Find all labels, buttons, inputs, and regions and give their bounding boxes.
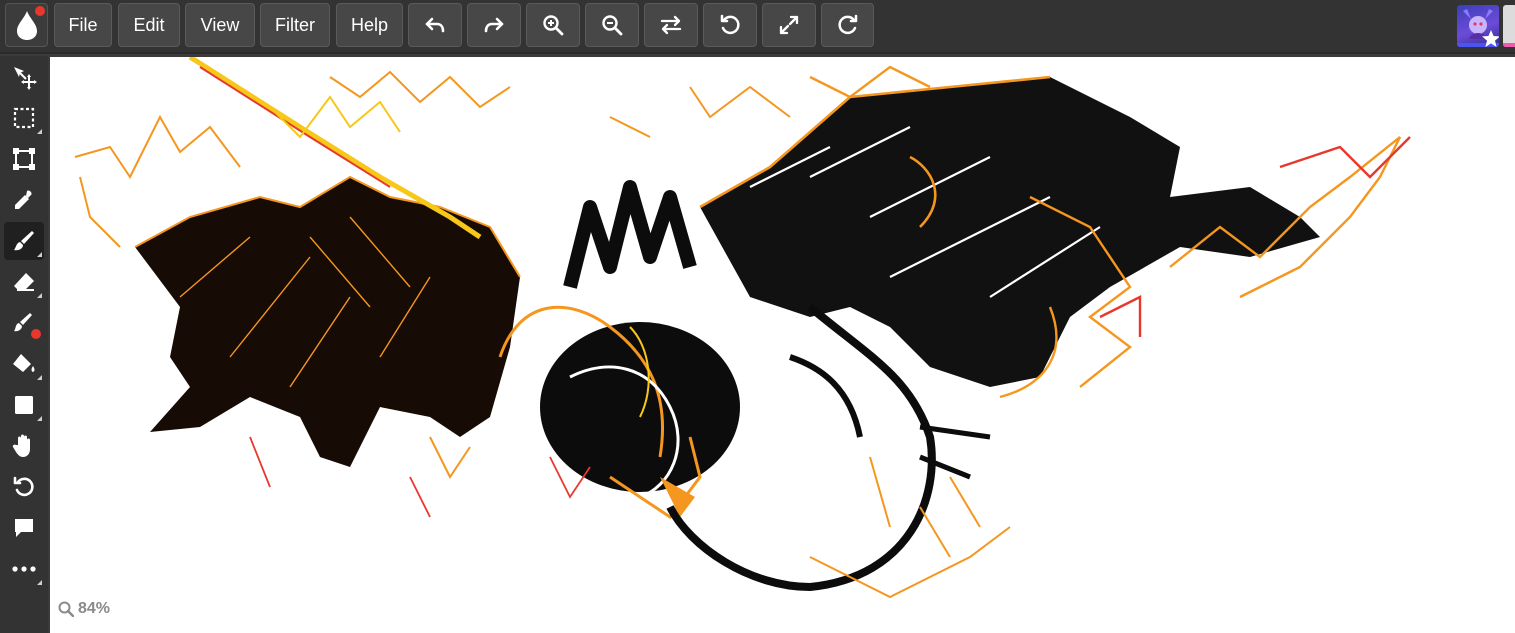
- help-menu-button[interactable]: Help: [336, 3, 403, 47]
- rectangle-icon: [15, 396, 33, 414]
- paint-bucket-icon: [13, 354, 35, 372]
- selection-icon: [13, 107, 35, 129]
- eraser-icon: [14, 273, 34, 291]
- rotate-left-button[interactable]: [703, 3, 757, 47]
- reset-icon: [837, 14, 857, 35]
- submenu-corner-icon: [37, 416, 42, 421]
- fill-tool[interactable]: [4, 345, 44, 383]
- comment-icon: [15, 519, 33, 537]
- brush-icon: [14, 231, 34, 251]
- eraser-tool[interactable]: [4, 263, 44, 301]
- zoom-in-button[interactable]: [526, 3, 580, 47]
- undo-icon: [425, 17, 445, 33]
- shape-tool[interactable]: [4, 386, 44, 424]
- view-menu-button[interactable]: View: [185, 3, 255, 47]
- rotate-canvas-icon: [13, 476, 34, 497]
- indicator-dot: [31, 329, 41, 339]
- app-logo[interactable]: [5, 3, 48, 47]
- zoom-level-label: 84%: [78, 600, 111, 617]
- submenu-corner-icon: [37, 129, 42, 134]
- transform-tool[interactable]: [4, 140, 44, 178]
- submenu-corner-icon: [37, 252, 42, 257]
- blend-tool[interactable]: [4, 304, 44, 342]
- edit-menu-button[interactable]: Edit: [118, 3, 180, 47]
- rotate-tool[interactable]: [4, 468, 44, 506]
- user-avatar[interactable]: [1457, 5, 1499, 47]
- comment-tool[interactable]: [4, 509, 44, 547]
- zoom-out-icon: [602, 15, 623, 36]
- reset-button[interactable]: [821, 3, 874, 47]
- select-tool[interactable]: [4, 99, 44, 137]
- star-icon: [1482, 30, 1499, 47]
- transform-icon: [13, 148, 35, 170]
- notification-dot: [35, 6, 45, 16]
- brush-tool[interactable]: [4, 222, 44, 260]
- more-dots-icon: [12, 566, 36, 572]
- artwork-dragon-sketch: [74, 57, 1411, 599]
- more-tools[interactable]: [4, 550, 44, 588]
- second-user-avatar[interactable]: [1503, 5, 1515, 47]
- hand-tool[interactable]: [4, 427, 44, 465]
- magnifier-icon: [58, 601, 74, 617]
- redo-icon: [484, 17, 504, 33]
- eyedropper-tool[interactable]: [4, 181, 44, 219]
- move-icon: [14, 67, 37, 90]
- submenu-corner-icon: [37, 580, 42, 585]
- undo-button[interactable]: [408, 3, 462, 47]
- eyedropper-icon: [15, 190, 32, 209]
- redo-button[interactable]: [467, 3, 521, 47]
- filter-menu-button[interactable]: Filter: [260, 3, 330, 47]
- hand-icon: [12, 434, 30, 457]
- flip-button[interactable]: [644, 3, 698, 47]
- zoom-indicator: 84%: [58, 600, 110, 618]
- fullscreen-button[interactable]: [762, 3, 816, 47]
- flip-icon: [660, 15, 682, 35]
- avatar-status-bar: [1503, 43, 1515, 47]
- zoom-out-button[interactable]: [585, 3, 639, 47]
- drawing-canvas[interactable]: [50, 57, 1515, 633]
- zoom-in-icon: [543, 15, 564, 36]
- rotate-left-icon: [720, 14, 740, 35]
- top-toolbar: File Edit View Filter Help: [0, 0, 1515, 54]
- file-menu-button[interactable]: File: [54, 3, 112, 47]
- tool-sidebar: [0, 56, 48, 633]
- submenu-corner-icon: [37, 293, 42, 298]
- move-tool[interactable]: [4, 58, 44, 96]
- submenu-corner-icon: [37, 375, 42, 380]
- fullscreen-icon: [779, 15, 799, 35]
